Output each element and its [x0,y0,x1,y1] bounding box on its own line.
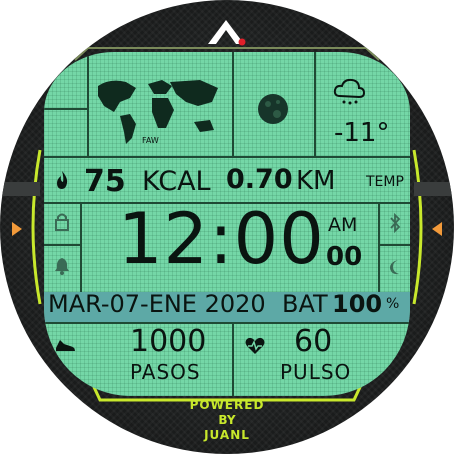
battery-unit: % [386,296,400,312]
bell-icon [54,256,70,276]
watch-bezel: FAW -11° 75 KCAL 0.70 KM TEMP 12:00 AM 0… [0,0,454,454]
left-arrow-icon[interactable] [12,222,22,236]
date-text: MAR-07-ENE 2020 [48,290,266,318]
lcd-screen: FAW -11° 75 KCAL 0.70 KM TEMP 12:00 AM 0… [44,52,410,396]
map-label: FAW [142,136,159,145]
distance-unit: KM [296,166,336,196]
temp-label: TEMP [366,174,404,190]
pulse-label: PULSO [280,360,352,384]
right-arrow-icon[interactable] [432,222,442,236]
moon-phase-icon [256,92,290,126]
lock-icon [54,212,70,232]
crescent-moon-icon [386,258,404,276]
seconds-display: 00 [326,242,363,272]
calories-value: 75 [84,164,126,199]
running-shoe-icon [54,336,76,354]
battery-value: 100 [332,290,383,318]
credits-line2: BY [218,413,236,427]
flame-icon [54,170,70,190]
credits-panel: POWERED BY JUANL [168,398,286,450]
cloud-snow-icon [332,76,366,106]
battery-label: BAT [282,290,328,318]
credits-line1: POWERED [189,398,265,412]
temperature-value: -11° [334,118,390,148]
steps-value: 1000 [130,324,207,359]
ampm-indicator: AM [328,214,358,236]
world-map-icon [98,80,218,144]
calories-unit: KCAL [142,166,211,197]
heart-pulse-icon [244,336,266,356]
logo-icon [204,18,250,48]
bluetooth-icon [388,212,402,234]
world-map-panel: FAW [90,72,230,152]
steps-label: PASOS [130,360,201,384]
credits-line3: JUANL [204,428,250,442]
pulse-value: 60 [294,324,333,359]
distance-value: 0.70 [226,164,293,195]
time-display: 12:00 [118,198,325,280]
